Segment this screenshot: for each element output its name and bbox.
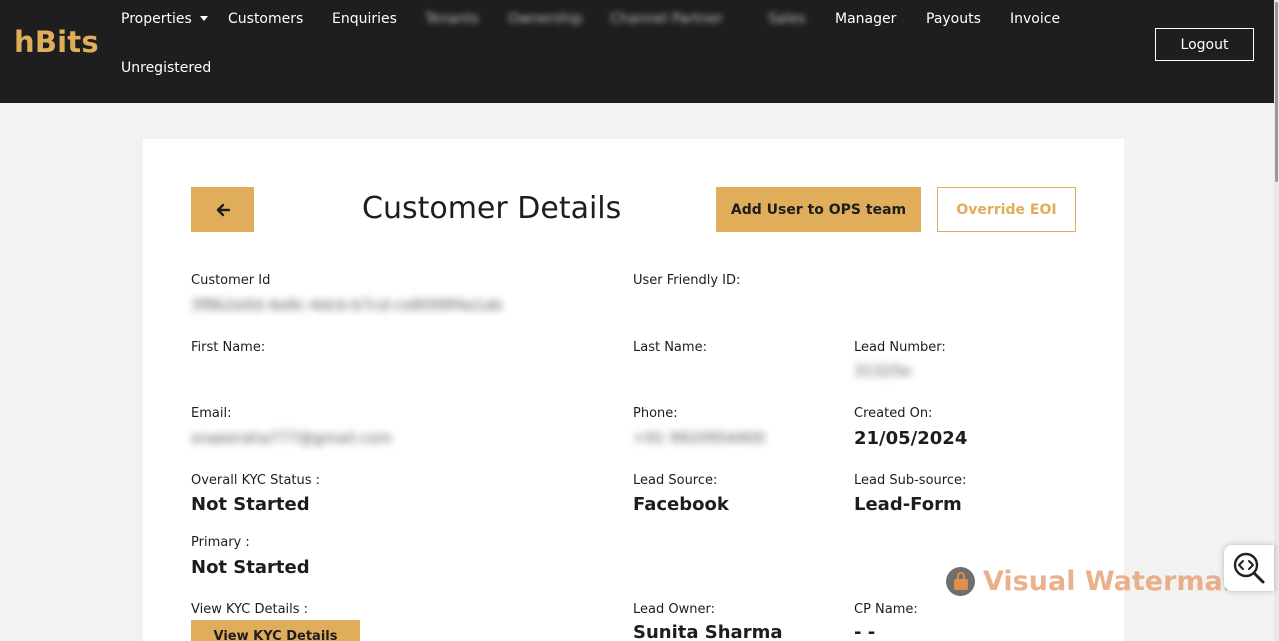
lead-sub-source-label: Lead Sub-source: xyxy=(854,473,967,488)
nav-enquiries[interactable]: Enquiries xyxy=(332,11,397,27)
nav-properties[interactable]: Properties xyxy=(121,11,208,27)
first-name-label: First Name: xyxy=(191,340,266,355)
back-button[interactable] xyxy=(191,187,254,232)
user-friendly-id-label: User Friendly ID: xyxy=(633,273,741,288)
lock-icon xyxy=(946,567,975,596)
nav-unregistered[interactable]: Unregistered xyxy=(121,60,211,76)
nav-tenants[interactable]: Tenants xyxy=(425,11,479,27)
nav-customers[interactable]: Customers xyxy=(228,11,303,27)
phone-label: Phone: xyxy=(633,406,678,421)
view-kyc-details-button[interactable]: View KYC Details xyxy=(191,620,360,641)
nav-manager[interactable]: Manager xyxy=(835,11,896,27)
nav-ownership[interactable]: Ownership xyxy=(508,11,583,27)
lead-source-value: Facebook xyxy=(633,494,729,515)
cp-name-label: CP Name: xyxy=(854,602,918,617)
customer-id-value: 3f8b2e0d-4a9c-4dcb-b7cd-ce8099f4a1ab xyxy=(191,296,503,314)
lead-number-value: 31325e xyxy=(854,362,911,380)
logout-button[interactable]: Logout xyxy=(1155,28,1254,61)
scrollbar-thumb[interactable] xyxy=(1275,2,1278,182)
view-kyc-label: View KYC Details : xyxy=(191,602,309,617)
lead-source-label: Lead Source: xyxy=(633,473,718,488)
nav-payouts[interactable]: Payouts xyxy=(926,11,981,27)
lead-sub-source-value: Lead-Form xyxy=(854,494,962,515)
created-on-label: Created On: xyxy=(854,406,933,421)
brand-logo[interactable]: hBits xyxy=(14,25,99,59)
primary-label: Primary : xyxy=(191,535,250,550)
top-navbar: hBits Properties Customers Enquiries Ten… xyxy=(0,0,1274,103)
lead-number-label: Lead Number: xyxy=(854,340,946,355)
magnifier-code-icon xyxy=(1233,552,1265,584)
nav-properties-label: Properties xyxy=(121,11,192,27)
nav-channel-partner[interactable]: Channel Partner xyxy=(610,11,723,27)
add-user-to-ops-button[interactable]: Add User to OPS team xyxy=(716,187,921,232)
chevron-down-icon xyxy=(199,16,208,21)
email-value: snaeeraha777@gmail.com xyxy=(191,429,393,447)
cp-name-value: - - xyxy=(854,622,876,641)
created-on-value: 21/05/2024 xyxy=(854,428,968,449)
arrow-left-icon xyxy=(216,203,230,216)
nav-sales[interactable]: Sales xyxy=(768,11,805,27)
overall-kyc-label: Overall KYC Status : xyxy=(191,473,321,488)
nav-invoice[interactable]: Invoice xyxy=(1010,11,1060,27)
lead-owner-label: Lead Owner: xyxy=(633,602,715,617)
primary-value: Not Started xyxy=(191,557,310,578)
lead-owner-value: Sunita Sharma xyxy=(633,622,783,641)
email-label: Email: xyxy=(191,406,232,421)
watermark-text: Visual Watermark xyxy=(983,566,1255,597)
override-eoi-button[interactable]: Override EOI xyxy=(937,187,1076,232)
phone-value: +91 9920954400 xyxy=(633,429,765,447)
last-name-label: Last Name: xyxy=(633,340,707,355)
inspect-widget-button[interactable] xyxy=(1224,545,1274,591)
customer-id-label: Customer Id xyxy=(191,273,271,288)
page-title: Customer Details xyxy=(362,191,622,226)
overall-kyc-value: Not Started xyxy=(191,494,310,515)
visual-watermark: Visual Watermark xyxy=(946,566,1254,597)
